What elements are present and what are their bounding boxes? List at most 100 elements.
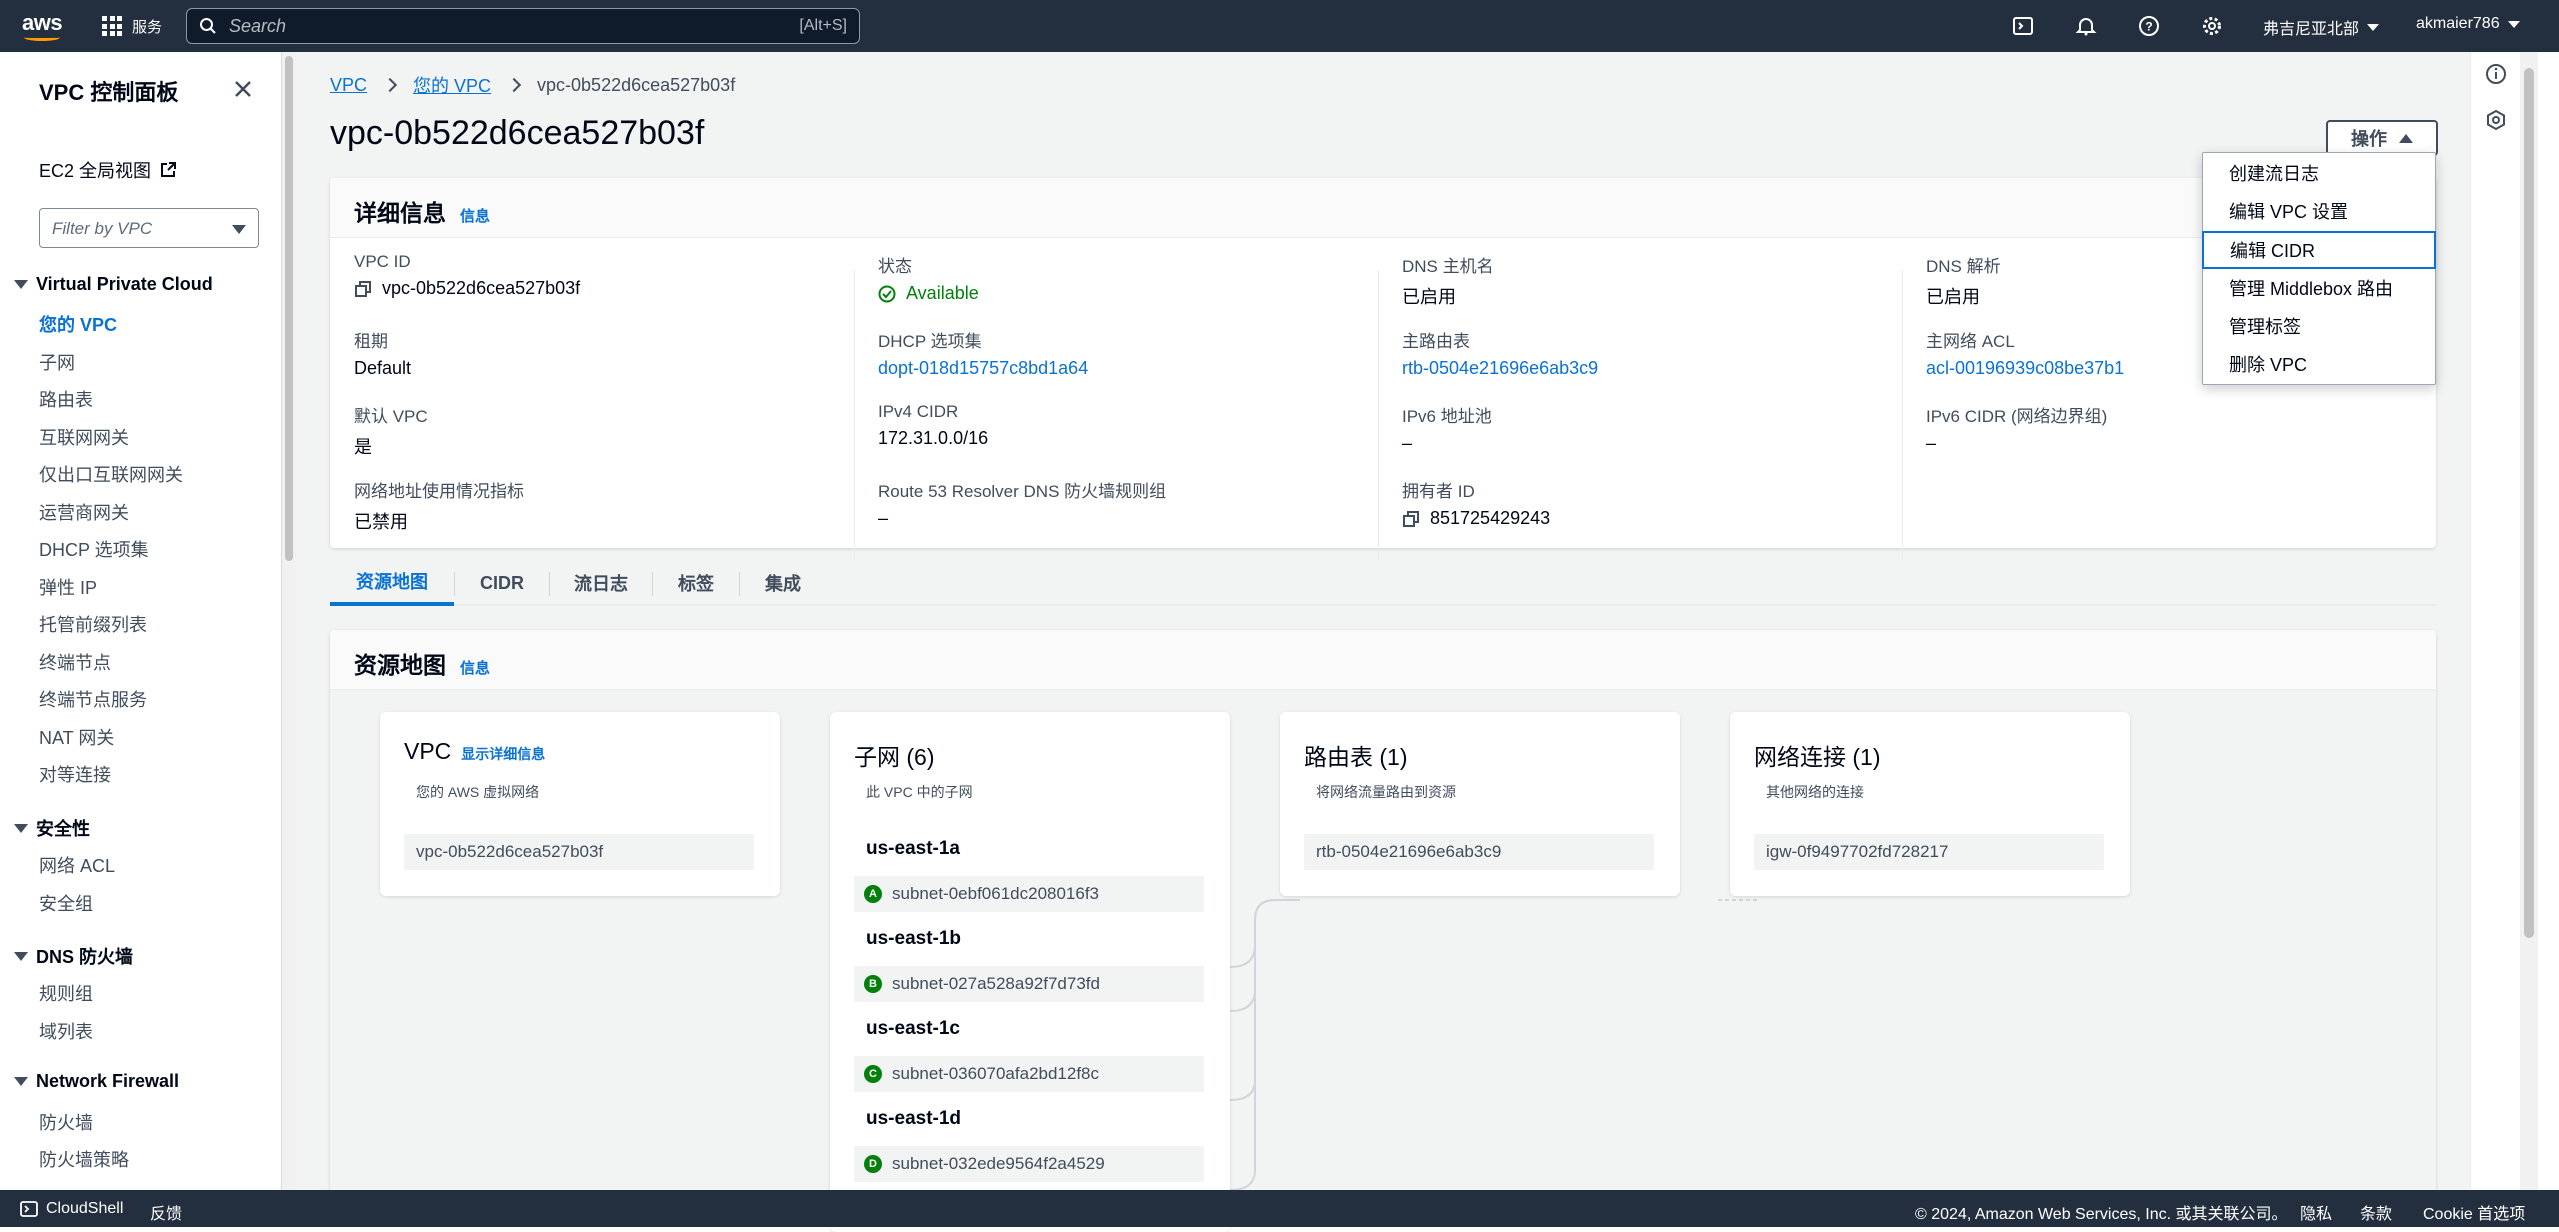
tab-flow-logs[interactable]: 流日志: [550, 560, 652, 606]
internet-gateway-pill[interactable]: igw-0f9497702fd728217: [1754, 834, 2104, 870]
sidebar-item-subnets[interactable]: 子网: [39, 349, 75, 375]
terms-link[interactable]: 条款: [2360, 1200, 2392, 1224]
expand-caret-icon: [14, 823, 28, 833]
sidebar-item-elastic-ips[interactable]: 弹性 IP: [39, 574, 97, 600]
breadcrumb-your-vpcs[interactable]: 您的 VPC: [413, 72, 491, 98]
menu-item-manage-middlebox-routes[interactable]: 管理 Middlebox 路由: [2203, 269, 2435, 307]
vpc-card-subtitle: 您的 AWS 虚拟网络: [416, 784, 540, 800]
menu-item-edit-vpc-settings[interactable]: 编辑 VPC 设置: [2203, 192, 2435, 230]
sidebar-item-endpoint-services[interactable]: 终端节点服务: [39, 686, 147, 712]
search-input[interactable]: [227, 12, 727, 40]
sidebar-item-internet-gateways[interactable]: 互联网网关: [39, 424, 129, 450]
cloudshell-button[interactable]: CloudShell: [20, 1200, 123, 1218]
svg-text:?: ?: [2145, 20, 2152, 34]
route-table-pill[interactable]: rtb-0504e21696e6ab3c9: [1304, 834, 1654, 870]
aws-logo-smile-icon: [24, 34, 60, 41]
account-menu[interactable]: akmaier786: [2416, 15, 2520, 33]
sidebar-item-endpoints[interactable]: 终端节点: [39, 649, 111, 675]
section-network-firewall[interactable]: Network Firewall: [14, 1071, 179, 1092]
page-scrollbar[interactable]: [2520, 52, 2538, 1190]
sidebar-item-your-vpcs[interactable]: 您的 VPC: [39, 311, 117, 337]
subnet-id: subnet-032ede9564f2a4529: [892, 1154, 1105, 1173]
sidebar-item-route-tables[interactable]: 路由表: [39, 386, 93, 412]
sidebar-item-nat-gateways[interactable]: NAT 网关: [39, 724, 114, 750]
show-details-link[interactable]: 显示详细信息: [461, 744, 545, 764]
side-navigation-scrollbar[interactable]: [282, 52, 296, 1190]
field-state: 状态 Available: [878, 252, 1378, 304]
sidebar-item-network-acls[interactable]: 网络 ACL: [39, 852, 115, 878]
info-icon[interactable]: [2484, 62, 2508, 86]
help-icon[interactable]: ?: [2136, 13, 2162, 39]
state-value: Available: [906, 283, 979, 303]
subnets-card-subtitle: 此 VPC 中的子网: [866, 784, 973, 800]
tab-resource-map[interactable]: 资源地图: [330, 560, 454, 606]
sidebar-item-domain-lists[interactable]: 域列表: [39, 1018, 93, 1044]
subnet-pill[interactable]: B subnet-027a528a92f7d73fd: [854, 966, 1204, 1002]
tab-integrations[interactable]: 集成: [740, 560, 826, 606]
section-security[interactable]: 安全性: [14, 815, 90, 841]
region-selector[interactable]: 弗吉尼亚北部: [2263, 15, 2380, 39]
field-ipv6-cidr: IPv6 CIDR (网络边界组) –: [1926, 402, 2426, 454]
sidebar-item-firewall-policies[interactable]: 防火墙策略: [39, 1146, 129, 1172]
az-badge-icon: A: [864, 885, 882, 903]
menu-item-delete-vpc[interactable]: 删除 VPC: [2203, 345, 2435, 383]
copyright-text: © 2024, Amazon Web Services, Inc. 或其关联公司…: [1915, 1206, 2288, 1223]
tab-tags[interactable]: 标签: [653, 560, 739, 606]
menu-item-manage-tags[interactable]: 管理标签: [2203, 307, 2435, 345]
az-label: us-east-1d: [866, 1108, 962, 1129]
notifications-hexagon-icon[interactable]: [2484, 108, 2508, 132]
section-virtual-private-cloud[interactable]: Virtual Private Cloud: [14, 274, 213, 295]
vpc-filter-select[interactable]: Filter by VPC: [39, 208, 259, 248]
feedback-link[interactable]: 反馈: [150, 1200, 182, 1224]
sidebar-item-managed-prefix-lists[interactable]: 托管前缀列表: [39, 611, 147, 637]
ec2-global-view-link[interactable]: EC2 全局视图: [39, 157, 177, 183]
breadcrumb-vpc[interactable]: VPC: [330, 75, 367, 96]
subnet-pill[interactable]: D subnet-032ede9564f2a4529: [854, 1146, 1204, 1182]
subnet-pill[interactable]: A subnet-0ebf061dc208016f3: [854, 876, 1204, 912]
vpc-id-pill[interactable]: vpc-0b522d6cea527b03f: [404, 834, 754, 870]
scrollbar-thumb[interactable]: [2524, 68, 2534, 938]
dhcp-option-set-link[interactable]: dopt-018d15757c8bd1a64: [878, 358, 1378, 379]
subnets-card-title: 子网 (6): [854, 744, 935, 770]
side-navigation-title: VPC 控制面板: [39, 80, 179, 105]
tab-cidr[interactable]: CIDR: [455, 560, 549, 606]
sidebar-item-dhcp-option-sets[interactable]: DHCP 选项集: [39, 536, 149, 562]
global-search-box[interactable]: [Alt+S]: [186, 8, 860, 44]
sidebar-item-security-groups[interactable]: 安全组: [39, 890, 93, 916]
field-label: Route 53 Resolver DNS 防火墙规则组: [878, 482, 1167, 501]
menu-item-edit-cidr[interactable]: 编辑 CIDR: [2202, 231, 2436, 269]
sidebar-item-peering-connections[interactable]: 对等连接: [39, 761, 111, 787]
copy-icon[interactable]: [1402, 510, 1420, 528]
field-value: vpc-0b522d6cea527b03f: [354, 278, 854, 299]
sidebar-item-egress-only-igw[interactable]: 仅出口互联网网关: [39, 461, 183, 487]
field-label: IPv6 地址池: [1402, 407, 1492, 426]
close-icon[interactable]: [230, 76, 256, 102]
sidebar-item-rule-groups[interactable]: 规则组: [39, 980, 93, 1006]
vpc-id-value: vpc-0b522d6cea527b03f: [382, 278, 581, 298]
page-title: vpc-0b522d6cea527b03f: [330, 114, 705, 152]
cloudshell-icon[interactable]: [2010, 13, 2036, 39]
sidebar-item-carrier-gateways[interactable]: 运营商网关: [39, 499, 129, 525]
bell-icon[interactable]: [2073, 13, 2099, 39]
search-shortcut-hint: [Alt+S]: [799, 17, 847, 34]
section-dns-firewall[interactable]: DNS 防火墙: [14, 943, 133, 969]
menu-item-create-flow-log[interactable]: 创建流日志: [2203, 154, 2435, 192]
details-info-link[interactable]: 信息: [460, 205, 490, 226]
actions-label: 操作: [2351, 129, 2387, 149]
aws-logo[interactable]: aws: [22, 10, 64, 41]
cookie-preferences-link[interactable]: Cookie 首选项: [2423, 1200, 2525, 1224]
field-label: 拥有者 ID: [1402, 482, 1475, 501]
privacy-link[interactable]: 隐私: [2300, 1200, 2332, 1224]
search-icon: [200, 18, 216, 34]
copy-icon[interactable]: [354, 280, 372, 298]
subnet-pill[interactable]: C subnet-036070afa2bd12f8c: [854, 1056, 1204, 1092]
field-value: 已禁用: [354, 512, 408, 532]
column-divider: [1902, 270, 1903, 560]
scrollbar-thumb[interactable]: [285, 56, 293, 561]
settings-icon[interactable]: [2199, 13, 2225, 39]
section-title: DNS 防火墙: [36, 947, 134, 967]
main-route-table-link[interactable]: rtb-0504e21696e6ab3c9: [1402, 358, 1902, 379]
services-menu-button[interactable]: 服务: [102, 12, 162, 40]
actions-button[interactable]: 操作: [2326, 120, 2438, 156]
sidebar-item-firewalls[interactable]: 防火墙: [39, 1109, 93, 1135]
